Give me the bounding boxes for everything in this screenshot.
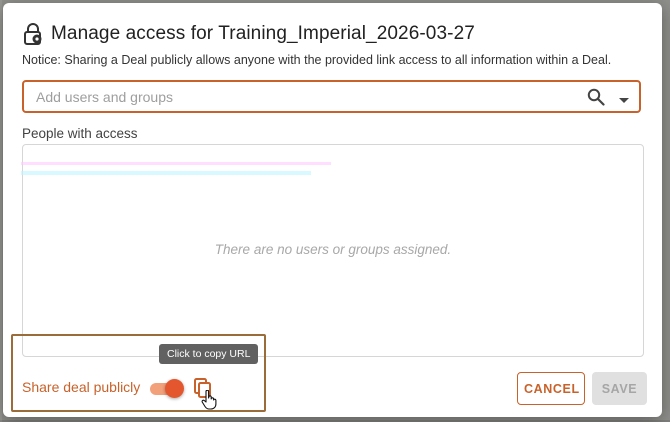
toggle-thumb[interactable]: [165, 379, 184, 398]
save-button[interactable]: SAVE: [592, 372, 647, 405]
lock-settings-icon: [23, 23, 43, 45]
render-artifact: [21, 171, 311, 175]
sharing-notice: Notice: Sharing a Deal publicly allows a…: [22, 53, 612, 67]
render-artifact: [21, 162, 331, 165]
hand-pointer-icon: [201, 389, 217, 410]
dialog-header: Manage access for Training_Imperial_2026…: [23, 23, 475, 45]
people-with-access-label: People with access: [22, 126, 138, 141]
empty-state-message: There are no users or groups assigned.: [214, 242, 452, 257]
chevron-down-icon[interactable]: [619, 92, 629, 103]
copy-url-tooltip: Click to copy URL: [159, 344, 259, 364]
search-icon[interactable]: [587, 88, 605, 106]
share-publicly-label: Share deal publicly: [22, 379, 141, 395]
user-group-search-field[interactable]: [22, 80, 641, 113]
dialog-title: Manage access for Training_Imperial_2026…: [51, 23, 475, 44]
search-input[interactable]: [34, 87, 578, 106]
manage-access-dialog: Manage access for Training_Imperial_2026…: [3, 3, 662, 417]
people-with-access-list: There are no users or groups assigned.: [21, 144, 644, 357]
share-publicly-toggle[interactable]: [148, 378, 184, 398]
cancel-button[interactable]: CANCEL: [517, 372, 585, 405]
